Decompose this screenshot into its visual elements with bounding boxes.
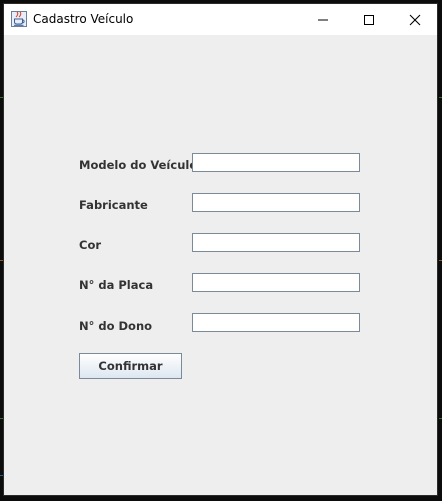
- minimize-icon: [318, 19, 328, 21]
- confirm-button[interactable]: Confirmar: [79, 353, 182, 379]
- label-placa: N° da Placa: [79, 278, 154, 292]
- label-dono: N° do Dono: [79, 319, 153, 333]
- title-bar[interactable]: Cadastro Veículo: [4, 4, 437, 35]
- cor-field[interactable]: [192, 233, 360, 252]
- window-title: Cadastro Veículo: [33, 12, 134, 26]
- label-cor: Cor: [79, 238, 102, 252]
- close-button[interactable]: [392, 4, 438, 35]
- maximize-icon: [364, 15, 374, 25]
- label-modelo: Modelo do Veículo: [79, 158, 198, 172]
- minimize-button[interactable]: [300, 4, 346, 35]
- dono-field[interactable]: [192, 313, 360, 332]
- label-fabricante: Fabricante: [79, 198, 148, 212]
- placa-field[interactable]: [192, 273, 360, 292]
- java-cup-icon: [11, 11, 27, 27]
- modelo-field[interactable]: [192, 153, 360, 172]
- form-panel: Modelo do Veículo Fabricante Cor N° da P…: [4, 35, 437, 495]
- app-window: Cadastro Veículo Modelo do Veículo Fabri…: [3, 3, 438, 496]
- fabricante-field[interactable]: [192, 193, 360, 212]
- close-icon: [409, 14, 421, 26]
- maximize-button[interactable]: [346, 4, 392, 35]
